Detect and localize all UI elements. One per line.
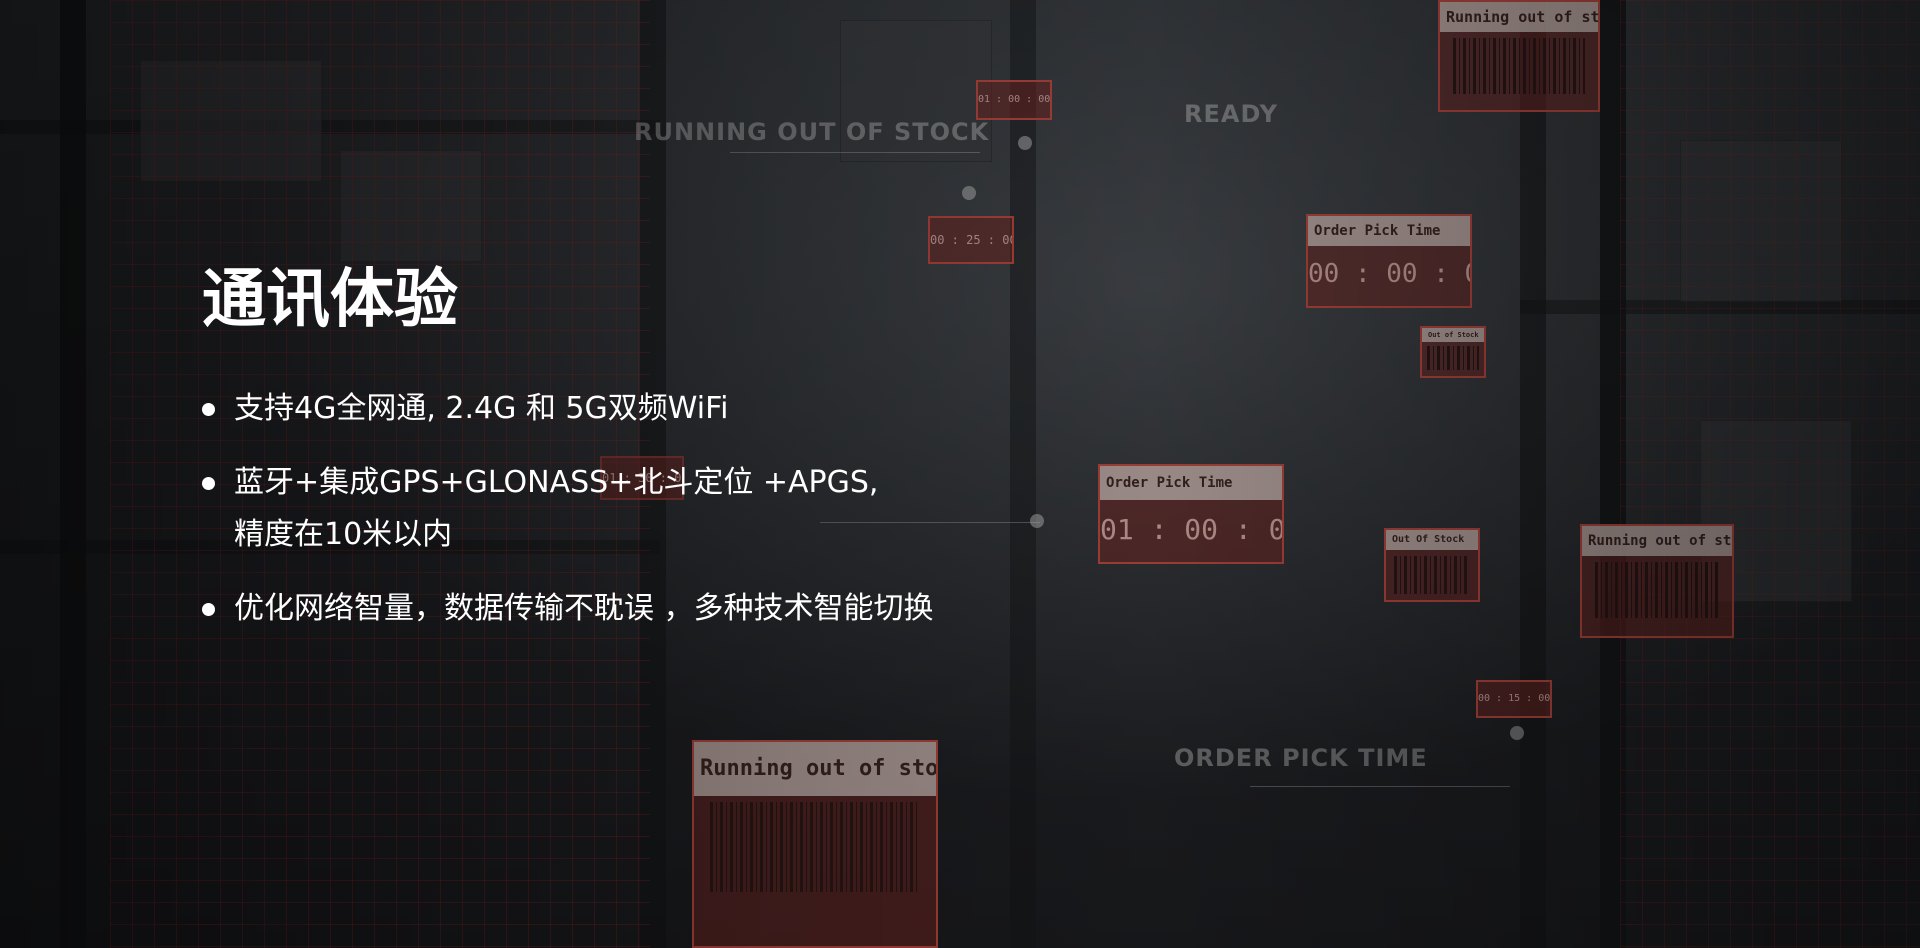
- tag-heading: Running out of stock: [1582, 526, 1732, 556]
- rack-post: [1520, 0, 1546, 948]
- rack-post: [1600, 0, 1626, 948]
- shelf-box: [1680, 140, 1842, 302]
- timer-tag: Order Pick Time 00 : 00 : 00: [1306, 214, 1472, 308]
- connector-line: [730, 152, 980, 153]
- timer-tag: 00 : 15 : 00: [1476, 680, 1552, 718]
- timer-value: 01 : 00 : 00: [978, 94, 1051, 105]
- barcode-icon: [1394, 556, 1470, 594]
- feature-text: 蓝牙+集成GPS+GLONASS+北斗定位 +APGS,: [234, 464, 879, 500]
- order-pick-time-text: ORDER PICK TIME: [1174, 744, 1428, 772]
- bullet-icon: [202, 402, 215, 416]
- ready-text: READY: [1184, 100, 1279, 128]
- running-out-text: RUNNING OUT OF STOCK: [634, 118, 990, 146]
- stock-tag: Running out of stock: [1580, 524, 1734, 638]
- barcode-icon: [1595, 562, 1719, 618]
- timer-tag: 00 : 25 : 00: [928, 216, 1014, 264]
- rack-beam: [0, 120, 660, 134]
- tag-heading: Order Pick Time: [1100, 466, 1282, 500]
- timer-value: 00 : 15 : 00: [1478, 693, 1551, 704]
- connector-line: [1250, 786, 1510, 787]
- timer-value: 00 : 00 : 00: [1308, 259, 1470, 289]
- feature-text: 支持4G全网通, 2.4G 和 5G双频WiFi: [234, 390, 729, 426]
- timer-tag: Order Pick Time 01 : 00 : 00: [1098, 464, 1284, 564]
- barcode-icon: [1427, 346, 1479, 370]
- connector-node: [1510, 726, 1524, 740]
- connector-node: [1018, 136, 1032, 150]
- connector-node: [962, 186, 976, 200]
- feature-text-continued: 精度在10米以内: [234, 516, 453, 552]
- barcode-icon: [710, 802, 920, 892]
- stock-tag: Out of Stock: [1420, 326, 1486, 378]
- section-title: 通讯体验: [202, 263, 458, 337]
- feature-text: 优化网络智量，数据传输不耽误 ，多种技术智能切换: [234, 590, 934, 626]
- rack-post: [60, 0, 86, 948]
- timer-value: 00 : 25 : 00: [930, 233, 1014, 247]
- shelf-box: [140, 60, 322, 182]
- stock-tag: Out Of Stock: [1384, 528, 1480, 602]
- feature-item: 蓝牙+集成GPS+GLONASS+北斗定位 +APGS, 精度在10米以内: [202, 457, 1102, 561]
- timer-tag: 01 : 00 : 00: [976, 80, 1052, 120]
- tag-heading: Order Pick Time: [1308, 216, 1470, 246]
- tag-heading: Out Of Stock: [1386, 530, 1478, 550]
- feature-panel: 通讯体验 支持4G全网通, 2.4G 和 5G双频WiFi 蓝牙+集成GPS+G…: [202, 262, 1102, 657]
- barcode-icon: [1453, 38, 1585, 94]
- rack-beam: [1520, 300, 1920, 314]
- bullet-icon: [202, 602, 215, 616]
- shelf-box: [340, 150, 482, 262]
- feature-item: 优化网络智量，数据传输不耽误 ，多种技术智能切换: [202, 583, 1102, 635]
- feature-list: 支持4G全网通, 2.4G 和 5G双频WiFi 蓝牙+集成GPS+GLONAS…: [202, 383, 1102, 635]
- feature-item: 支持4G全网通, 2.4G 和 5G双频WiFi: [202, 383, 1102, 435]
- tag-heading: Out of Stock: [1422, 328, 1484, 342]
- bullet-icon: [202, 476, 215, 490]
- stock-tag: Running out of stock: [1438, 0, 1600, 112]
- tag-heading: Running out of stock: [1440, 2, 1598, 32]
- stock-tag: Running out of stock: [692, 740, 938, 948]
- hero-section: RUNNING OUT OF STOCK READY ORDER PICK TI…: [0, 0, 1920, 948]
- tag-heading: Running out of stock: [694, 742, 936, 796]
- timer-value: 01 : 00 : 00: [1100, 513, 1284, 546]
